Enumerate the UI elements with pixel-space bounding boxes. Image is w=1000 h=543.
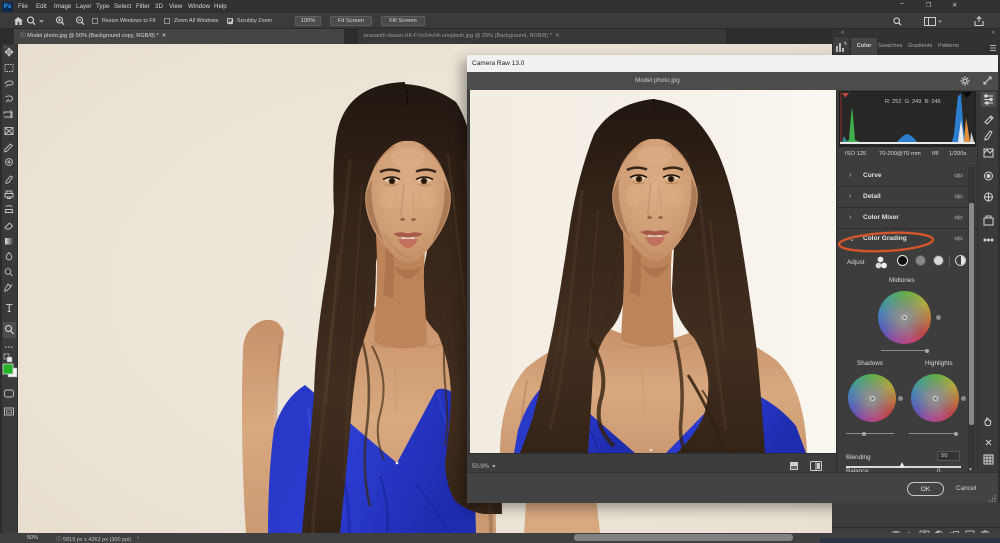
svg-text:R: 252 G: 249 B: 246: R: 252 G: 249 B: 246 [885, 99, 941, 105]
